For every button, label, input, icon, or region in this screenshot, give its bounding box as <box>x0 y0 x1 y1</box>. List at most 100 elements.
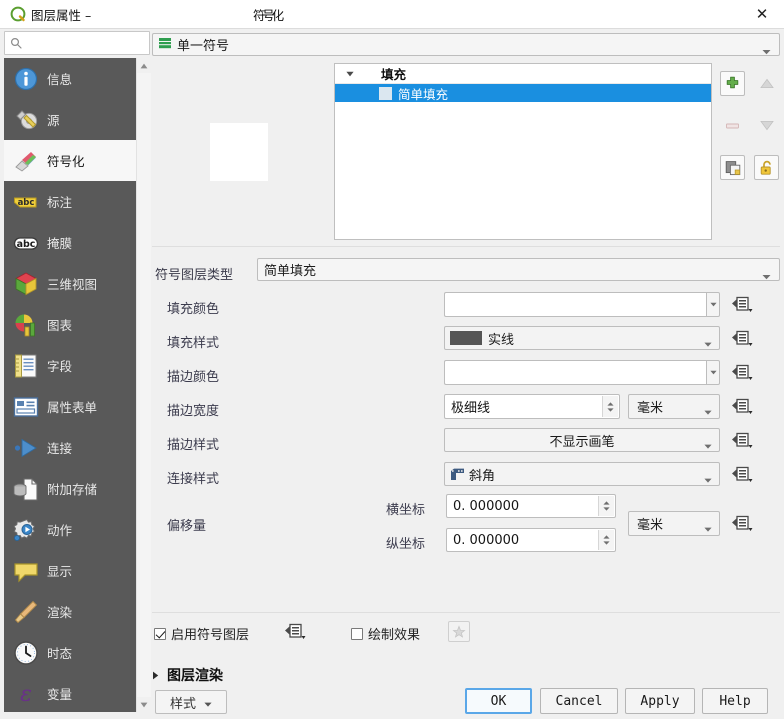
sidebar-item-label: 动作 <box>47 523 73 538</box>
sidebar-item-5[interactable]: abc 掩膜 <box>4 222 136 263</box>
fill-style-combo[interactable]: 实线 <box>444 326 720 350</box>
stroke-color-swatch[interactable] <box>444 360 706 385</box>
stroke-width-unit-value: 毫米 <box>637 401 664 416</box>
stroke-color-dropdown[interactable] <box>706 360 720 385</box>
move-down-button[interactable] <box>754 113 779 138</box>
sidebar-item-label: 图表 <box>47 318 73 333</box>
sidebar-item-15[interactable]: 时态 <box>4 632 136 673</box>
cancel-button[interactable]: Cancel <box>540 688 618 714</box>
sidebar-item-9[interactable]: 属性表单 <box>4 386 136 427</box>
offset-y-input[interactable]: 0. 000000 <box>446 528 616 552</box>
checkbox-box <box>351 627 363 640</box>
fill-style-override-button[interactable] <box>730 328 754 348</box>
fill-color-swatch[interactable] <box>444 292 706 317</box>
sidebar-item-label: 掩膜 <box>47 236 73 251</box>
offset-x-stepper[interactable] <box>598 496 614 516</box>
stroke-width-stepper[interactable] <box>602 396 618 417</box>
sidebar-item-2[interactable]: 源 <box>4 99 136 140</box>
sidebar-item-14[interactable]: 渲染 <box>4 591 136 632</box>
offset-y-label: 纵坐标 <box>386 537 426 552</box>
window-title: 图层属性 – <box>31 8 92 23</box>
offset-override-button[interactable] <box>730 513 754 533</box>
add-symbol-layer-button[interactable] <box>720 71 745 96</box>
sidebar-item-4[interactable]: abc 标注 <box>4 181 136 222</box>
sidebar-item-label: 源 <box>47 113 60 128</box>
stroke-width-override-button[interactable] <box>730 396 754 416</box>
search-input[interactable] <box>4 31 150 55</box>
help-button[interactable]: Help <box>702 688 768 714</box>
remove-symbol-layer-button[interactable] <box>720 113 745 138</box>
stroke-style-override-button[interactable] <box>730 430 754 450</box>
scroll-down-arrow[interactable] <box>137 697 151 712</box>
sidebar-item-label: 变量 <box>47 687 73 702</box>
fill-color-override-button[interactable] <box>730 294 754 314</box>
chevron-down-icon <box>704 437 712 452</box>
draw-effects-settings-button[interactable] <box>448 621 470 642</box>
enable-symbol-layer-override-button[interactable] <box>283 621 307 641</box>
scroll-up-arrow[interactable] <box>137 58 151 73</box>
apply-button[interactable]: Apply <box>625 688 695 714</box>
sidebar-item-3[interactable]: 符号化 <box>4 140 136 181</box>
ok-button[interactable]: OK <box>465 688 532 714</box>
symbol-layer-type-value: 简单填充 <box>264 264 317 279</box>
offset-unit-combo[interactable]: 毫米 <box>628 511 720 536</box>
sidebar-item-label: 时态 <box>47 646 73 661</box>
data-defined-override-icon <box>732 364 753 380</box>
sidebar-item-10[interactable]: 连接 <box>4 427 136 468</box>
draw-effects-checkbox[interactable]: 绘制效果 <box>351 624 420 643</box>
sidebar: 信息源符号化 abc 标注 abc 掩膜三维视图图表字段 属性表单 连接附加存储动作显示 渲染… <box>4 58 136 712</box>
rendering-broom-icon <box>12 598 40 626</box>
close-button[interactable]: ✕ <box>740 0 784 28</box>
offset-y-stepper[interactable] <box>598 530 614 550</box>
style-menu-button[interactable]: 样式 <box>155 690 227 714</box>
sidebar-item-label: 符号化 <box>47 154 85 169</box>
offset-label: 偏移量 <box>167 519 207 534</box>
join-style-combo[interactable]: 斜角 <box>444 462 720 486</box>
chevron-down-icon <box>704 335 712 350</box>
symbol-layer-row[interactable]: 简单填充 <box>335 84 711 102</box>
duplicate-symbol-layer-button[interactable] <box>720 155 745 180</box>
temporal-clock-icon <box>12 639 40 667</box>
symbol-layer-type-combo[interactable]: 简单填充 <box>257 258 780 281</box>
unlocked-padlock-icon <box>760 160 771 175</box>
stroke-color-button[interactable] <box>444 360 720 385</box>
sidebar-item-1[interactable]: 信息 <box>4 58 136 99</box>
stroke-style-combo[interactable]: 不显示画笔 <box>444 428 720 452</box>
move-up-button[interactable] <box>754 71 779 96</box>
sidebar-item-12[interactable]: 动作 <box>4 509 136 550</box>
svg-text:abc: abc <box>18 198 35 208</box>
copy-icon <box>725 160 740 175</box>
sidebar-scrollbar[interactable] <box>136 58 151 712</box>
masks-abc-icon: abc <box>12 229 40 257</box>
sidebar-item-8[interactable]: 字段 <box>4 345 136 386</box>
renderer-type-combo[interactable]: 单一符号 <box>152 33 780 56</box>
stroke-color-override-button[interactable] <box>730 362 754 382</box>
join-style-override-button[interactable] <box>730 464 754 484</box>
effects-star-icon <box>452 624 466 638</box>
chevron-right-icon[interactable] <box>152 668 159 683</box>
layer-rendering-section[interactable]: 图层渲染 <box>152 665 223 685</box>
sidebar-item-label: 附加存储 <box>47 482 98 497</box>
offset-x-input[interactable]: 0. 000000 <box>446 494 616 518</box>
sidebar-item-13[interactable]: 显示 <box>4 550 136 591</box>
search-box <box>4 31 150 55</box>
sidebar-item-6[interactable]: 三维视图 <box>4 263 136 304</box>
sidebar-scroll-track[interactable] <box>137 73 151 697</box>
chevron-down-icon[interactable] <box>341 71 359 77</box>
sidebar-item-7[interactable]: 图表 <box>4 304 136 345</box>
sidebar-item-label: 标注 <box>47 195 73 210</box>
enable-symbol-layer-checkbox[interactable]: 启用符号图层 <box>154 624 249 643</box>
chevron-down-icon <box>204 695 212 710</box>
fill-color-button[interactable] <box>444 292 720 317</box>
sidebar-item-16[interactable]: ε 变量 <box>4 673 136 712</box>
stroke-width-input[interactable]: 极细线 <box>444 394 620 419</box>
offset-x-value: 0. 000000 <box>453 498 520 514</box>
stroke-width-unit-combo[interactable]: 毫米 <box>628 394 720 419</box>
symbol-tree-root-row[interactable]: 填充 <box>335 64 711 84</box>
chevron-down-icon <box>704 403 712 418</box>
symbol-layer-tree[interactable]: 填充 简单填充 <box>334 63 712 240</box>
sidebar-item-11[interactable]: 附加存储 <box>4 468 136 509</box>
stroke-style-value: 不显示画笔 <box>549 434 615 450</box>
lock-layer-button[interactable] <box>754 155 779 180</box>
fill-color-dropdown[interactable] <box>706 292 720 317</box>
